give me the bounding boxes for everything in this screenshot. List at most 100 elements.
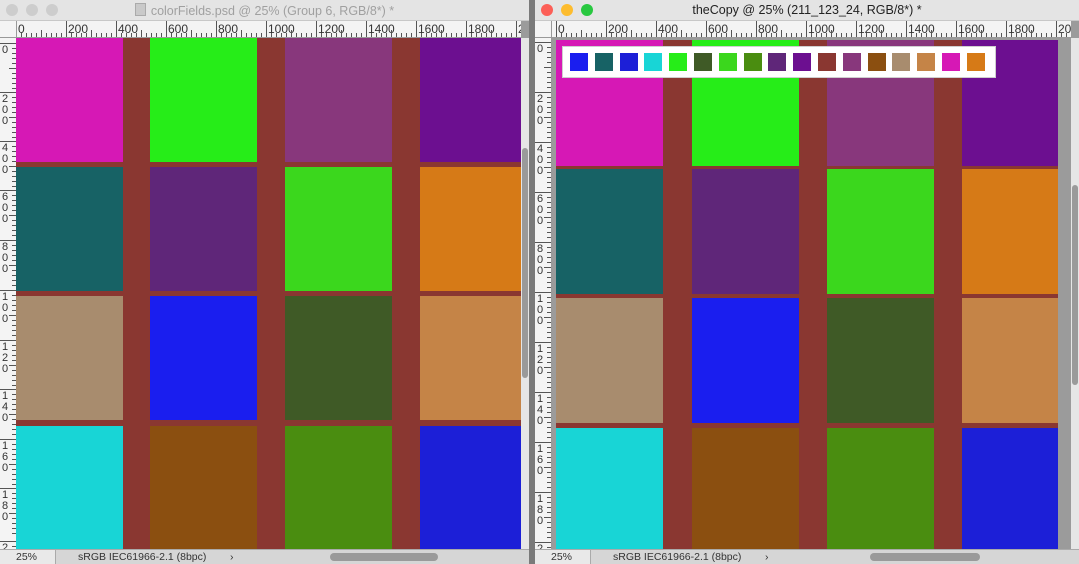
ruler-minor-tick	[106, 33, 107, 37]
ruler-minor-tick	[171, 33, 172, 37]
ruler-minor-tick	[181, 33, 182, 37]
color-swatch	[694, 53, 712, 71]
vertical-ruler[interactable]: 02004006008001001201401601802	[535, 38, 552, 549]
ruler-minor-tick	[547, 462, 551, 463]
ruler-minor-tick	[61, 33, 62, 37]
zoom-level[interactable]: 25%	[535, 550, 591, 564]
vertical-scrollbar[interactable]	[1071, 38, 1079, 549]
title-bar[interactable]: colorFields.psd @ 25% (Group 6, RGB/8*) …	[0, 0, 529, 21]
status-menu-arrow-icon[interactable]: ›	[230, 550, 234, 564]
ruler-minor-tick	[146, 33, 147, 37]
ruler-minor-tick	[686, 33, 687, 37]
ruler-minor-tick	[21, 33, 22, 37]
ruler-minor-tick	[641, 33, 642, 37]
ruler-minor-tick	[876, 33, 877, 37]
color-swatch	[768, 53, 787, 71]
ruler-minor-tick	[971, 33, 972, 37]
ruler-minor-tick	[671, 33, 672, 37]
ruler-minor-tick	[544, 167, 551, 168]
horizontal-scroll-thumb[interactable]	[870, 553, 980, 561]
ruler-minor-tick	[1036, 33, 1037, 37]
color-field	[16, 38, 123, 162]
ruler-minor-tick	[81, 33, 82, 37]
ruler-minor-tick	[1061, 33, 1062, 37]
ruler-label: 20	[1058, 22, 1071, 36]
ruler-minor-tick	[9, 414, 16, 415]
ruler-minor-tick	[544, 117, 551, 118]
ruler-minor-tick	[271, 33, 272, 37]
ruler-origin[interactable]	[535, 21, 552, 38]
window-title-wrap: theCopy @ 25% (211_123_24, RGB/8*) *	[535, 3, 1079, 17]
ruler-minor-tick	[547, 182, 551, 183]
ruler-minor-tick	[991, 33, 992, 37]
ruler-minor-tick	[766, 33, 767, 37]
ruler-minor-tick	[436, 33, 437, 37]
ruler-minor-tick	[547, 347, 551, 348]
ruler-minor-tick	[51, 33, 52, 37]
ruler-minor-tick	[547, 102, 551, 103]
ruler-minor-tick	[471, 33, 472, 37]
ruler-minor-tick	[547, 232, 551, 233]
color-palette-overlay	[562, 46, 996, 78]
color-field	[556, 169, 663, 294]
vertical-scroll-thumb[interactable]	[1072, 185, 1078, 385]
document-window-colorfields[interactable]: colorFields.psd @ 25% (Group 6, RGB/8*) …	[0, 0, 529, 564]
ruler-minor-tick	[547, 202, 551, 203]
ruler-major-tick	[116, 21, 117, 37]
ruler-minor-tick	[636, 33, 637, 37]
ruler-minor-tick	[547, 237, 551, 238]
ruler-minor-tick	[547, 157, 551, 158]
vertical-scrollbar[interactable]	[521, 38, 529, 549]
ruler-minor-tick	[56, 33, 57, 37]
ruler-minor-tick	[547, 437, 551, 438]
title-bar[interactable]: theCopy @ 25% (211_123_24, RGB/8*) *	[535, 0, 1079, 21]
ruler-minor-tick	[547, 247, 551, 248]
ruler-minor-tick	[547, 77, 551, 78]
ruler-minor-tick	[256, 33, 257, 37]
ruler-minor-tick	[446, 33, 447, 37]
ruler-minor-tick	[547, 277, 551, 278]
vertical-scroll-thumb[interactable]	[522, 148, 528, 378]
document-canvas[interactable]	[556, 40, 1058, 552]
ruler-minor-tick	[176, 33, 177, 37]
color-field	[150, 38, 257, 162]
ruler-minor-tick	[547, 512, 551, 513]
ruler-minor-tick	[296, 33, 297, 37]
ruler-minor-tick	[841, 33, 842, 37]
ruler-minor-tick	[76, 33, 77, 37]
ruler-minor-tick	[421, 33, 422, 37]
ruler-minor-tick	[547, 162, 551, 163]
ruler-minor-tick	[621, 33, 622, 37]
ruler-major-tick	[516, 21, 517, 37]
ruler-minor-tick	[771, 33, 772, 37]
ruler-minor-tick	[781, 30, 782, 37]
vertical-ruler[interactable]: 02004006008001001201401601802	[0, 38, 17, 549]
ruler-minor-tick	[547, 487, 551, 488]
ruler-minor-tick	[9, 68, 16, 69]
horizontal-ruler[interactable]: 02004006008001000120014001600180020	[16, 21, 521, 38]
document-window-thecopy[interactable]: theCopy @ 25% (211_123_24, RGB/8*) * 0 20…	[535, 0, 1079, 564]
ruler-label: 200	[2, 93, 9, 127]
status-menu-arrow-icon[interactable]: ›	[765, 550, 769, 564]
ruler-minor-tick	[946, 33, 947, 37]
color-field	[556, 428, 663, 552]
document-canvas[interactable]	[16, 38, 521, 550]
color-swatch	[818, 53, 836, 71]
ruler-major-tick	[316, 21, 317, 37]
ruler-minor-tick	[547, 147, 551, 148]
horizontal-scroll-thumb[interactable]	[330, 553, 438, 561]
ruler-label: 100	[2, 291, 9, 325]
color-field	[962, 428, 1058, 552]
horizontal-ruler[interactable]: 02004006008001000120014001600180020	[551, 21, 1071, 38]
ruler-minor-tick	[481, 33, 482, 37]
ruler-origin[interactable]	[0, 21, 17, 38]
zoom-level[interactable]: 25%	[0, 550, 56, 564]
ruler-minor-tick	[986, 33, 987, 37]
color-field	[420, 167, 521, 291]
ruler-minor-tick	[491, 30, 492, 37]
ruler-label: 0	[2, 44, 9, 56]
ruler-minor-tick	[291, 30, 292, 37]
ruler-minor-tick	[547, 322, 551, 323]
color-field	[16, 167, 123, 291]
ruler-minor-tick	[547, 127, 551, 128]
